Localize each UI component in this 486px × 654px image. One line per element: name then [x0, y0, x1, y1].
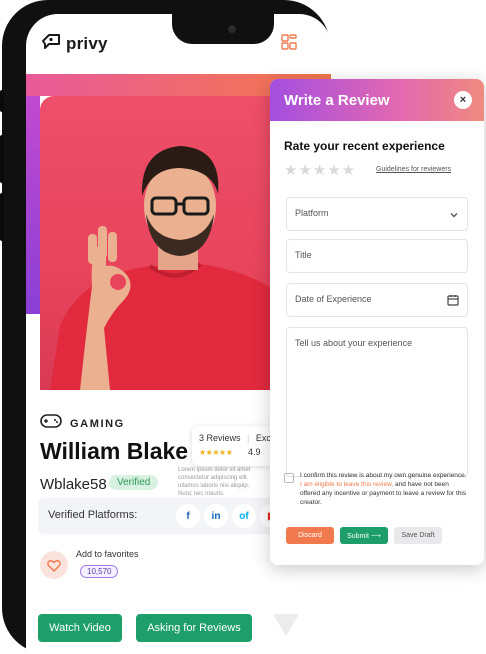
reviews-divider: | — [247, 433, 250, 443]
chevron-down-icon — [449, 207, 459, 225]
rating-stars-input[interactable]: ★★★★★ — [284, 161, 356, 179]
platform-select[interactable]: Platform — [286, 197, 468, 231]
rate-heading: Rate your recent experience — [284, 139, 445, 153]
favorite-button[interactable] — [40, 551, 68, 579]
verified-platforms-label: Verified Platforms: — [48, 509, 138, 521]
onlyfans-icon[interactable]: of — [232, 504, 256, 528]
guidelines-link[interactable]: Guidelines for reviewers — [376, 166, 451, 173]
verified-platforms-bar: Verified Platforms: f in of ▶ — [38, 498, 308, 534]
phone-volume-up — [0, 135, 4, 183]
facebook-icon[interactable]: f — [176, 504, 200, 528]
menu-icon[interactable] — [281, 34, 297, 55]
date-input[interactable]: Date of Experience — [286, 283, 468, 317]
phone-side-button — [0, 90, 4, 112]
linkedin-icon[interactable]: in — [204, 504, 228, 528]
asking-reviews-button[interactable]: Asking for Reviews — [136, 614, 252, 642]
faded-line: ullamco laboris nisi aliquip. — [178, 483, 250, 489]
hero-purple-strip — [26, 96, 40, 314]
calendar-icon[interactable] — [447, 293, 459, 311]
experience-textarea[interactable]: Tell us about your experience — [286, 327, 468, 477]
faded-line: Nunc nec mauris. — [178, 491, 225, 497]
reviews-rating: 4.9 — [248, 447, 261, 457]
modal-header: Write a Review × — [270, 79, 484, 121]
faded-description: Lorem ipsum dolor sit amet consectetur a… — [178, 466, 278, 498]
modal-title: Write a Review — [284, 92, 390, 109]
gamepad-icon — [40, 414, 62, 433]
logo-icon — [40, 32, 62, 55]
app-header: privy — [26, 14, 331, 72]
profile-username: Wblake58 — [40, 476, 107, 493]
reviews-count-row: 3 Reviews | Exce — [199, 433, 276, 443]
reviews-count: 3 Reviews — [199, 433, 241, 443]
verified-badge: Verified — [109, 475, 159, 490]
reviews-stars: ★★★★★ — [199, 448, 233, 457]
consent-pre: I confirm this review is about my own ge… — [300, 472, 467, 479]
consent-checkbox[interactable] — [284, 473, 294, 483]
platform-placeholder: Platform — [295, 208, 329, 218]
faded-line: Lorem ipsum dolor sit amet — [178, 467, 251, 473]
add-favorites-label: Add to favorites — [76, 549, 139, 559]
phone-volume-down — [0, 193, 4, 241]
consent-text: I confirm this review is about my own ge… — [300, 471, 470, 507]
favorites-count: 10,570 — [80, 565, 119, 578]
title-input[interactable]: Title — [286, 239, 468, 273]
discard-button[interactable]: Discard — [286, 527, 334, 544]
watch-video-button[interactable]: Watch Video — [38, 614, 122, 642]
logo-text: privy — [66, 33, 108, 53]
experience-placeholder: Tell us about your experience — [295, 338, 413, 348]
category-row: GAMING — [40, 414, 125, 433]
faded-line: consectetur adipiscing elit. — [178, 475, 249, 481]
heart-icon — [47, 559, 61, 572]
title-placeholder: Title — [295, 250, 312, 260]
close-icon[interactable]: × — [454, 91, 472, 109]
category-label: GAMING — [70, 417, 125, 430]
write-review-modal: Write a Review × Rate your recent experi… — [270, 79, 484, 565]
date-placeholder: Date of Experience — [295, 294, 372, 304]
decorative-pattern-icon — [273, 614, 299, 636]
profile-name: William Blake — [40, 438, 189, 464]
save-draft-button[interactable]: Save Draft — [394, 527, 442, 544]
consent-link[interactable]: I am eligible to leave this review, — [300, 481, 393, 488]
logo[interactable]: privy — [40, 32, 108, 55]
submit-button[interactable]: Submit ⟶ — [340, 527, 388, 544]
